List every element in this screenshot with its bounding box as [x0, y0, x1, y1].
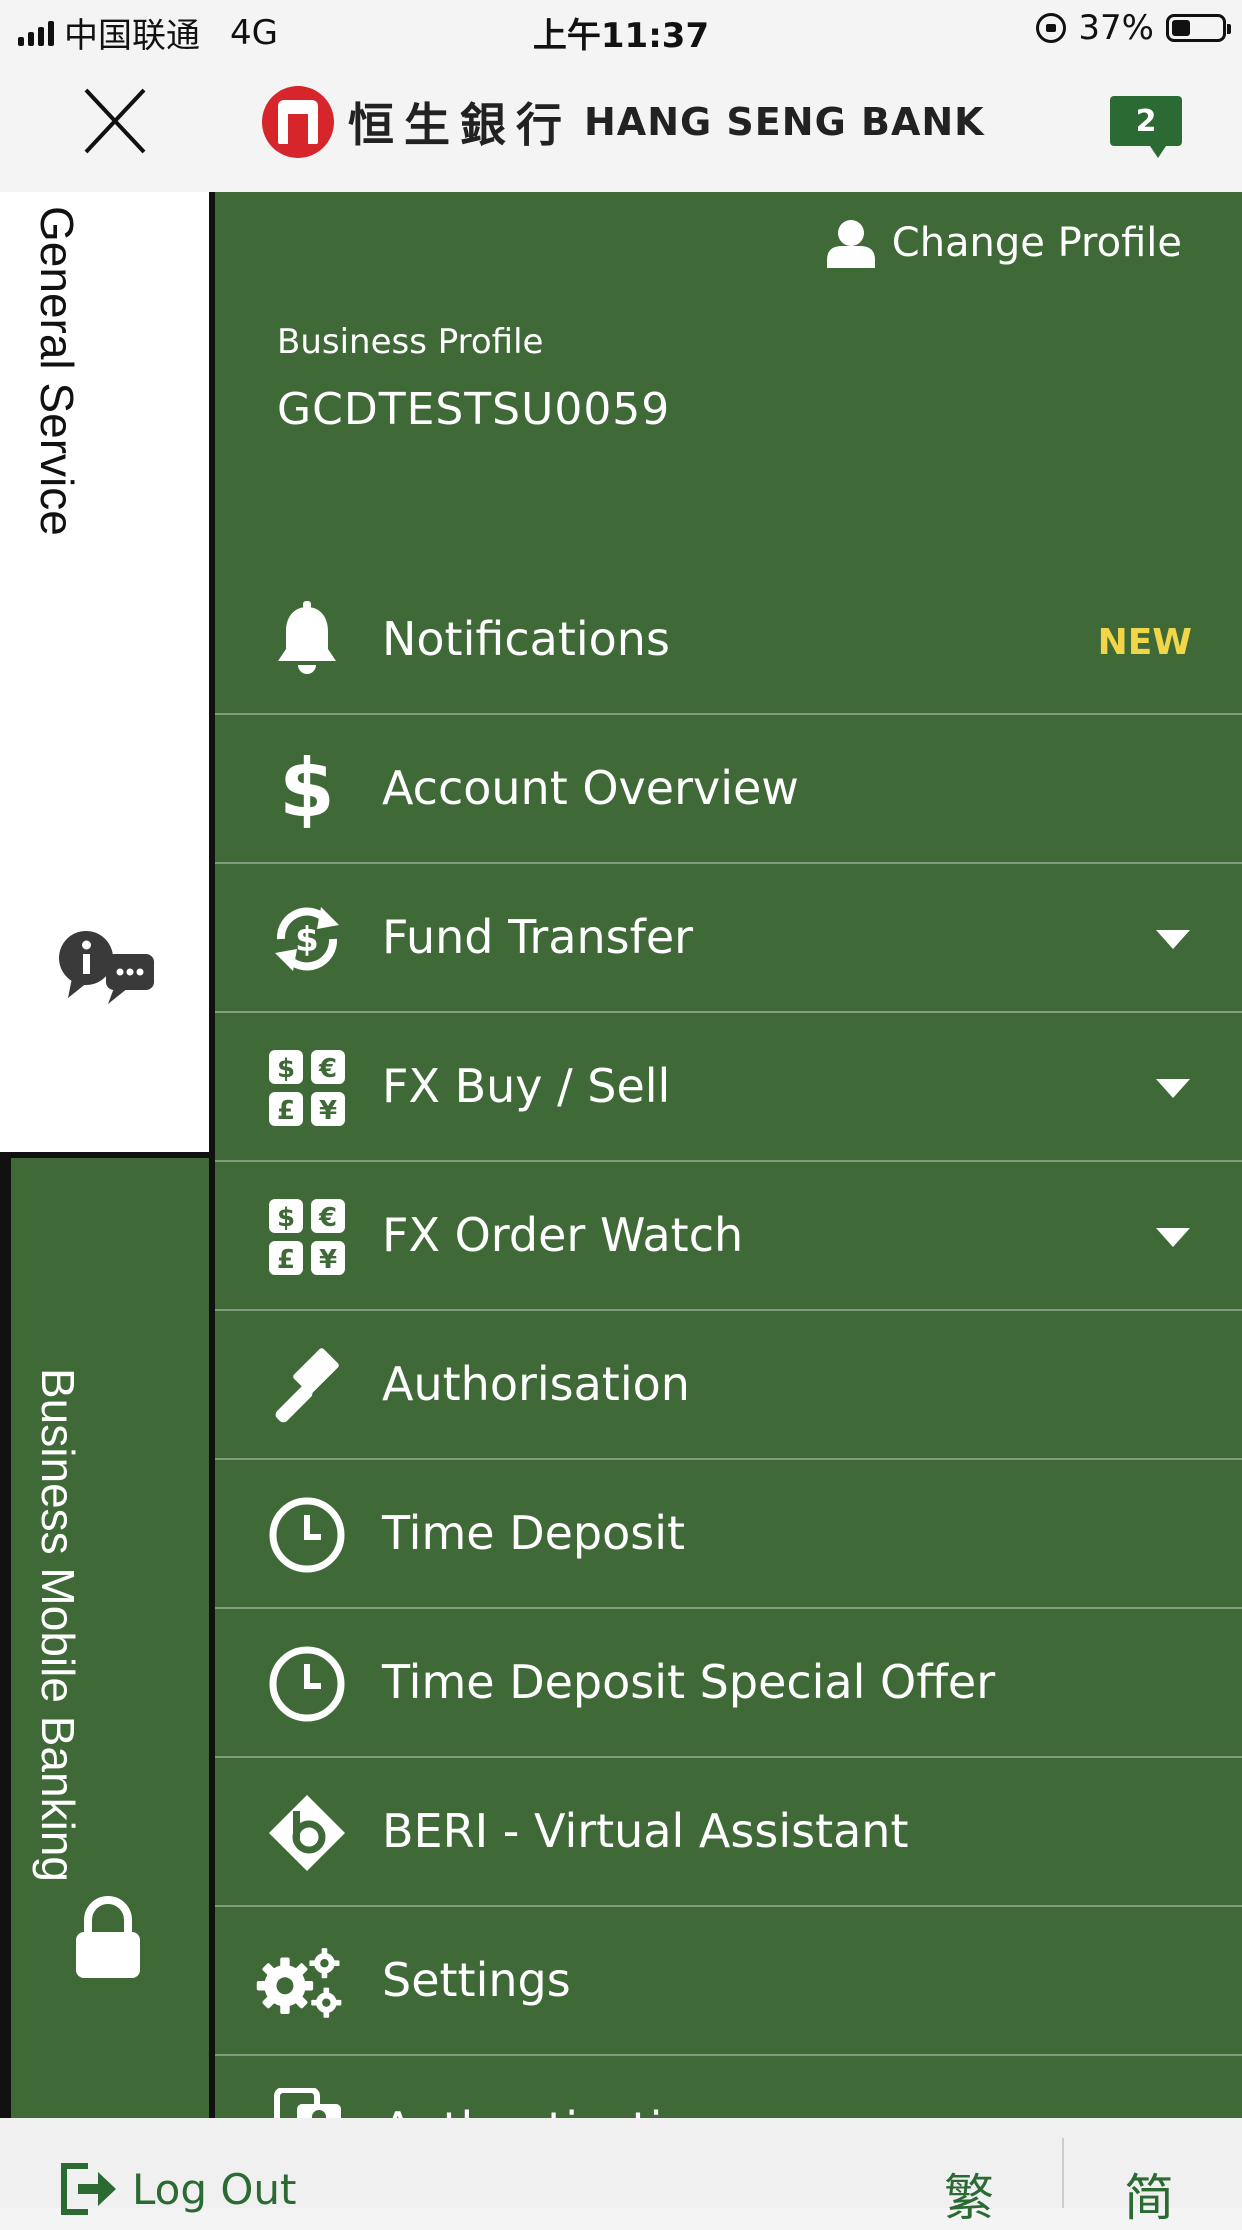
svg-text:£: £: [277, 1096, 295, 1126]
menu-item-account-overview[interactable]: $ Account Overview: [215, 715, 1242, 864]
menu-item-time-deposit-special-offer[interactable]: Time Deposit Special Offer: [215, 1609, 1242, 1758]
rotation-lock-icon: [1036, 13, 1067, 43]
menu-item-fund-transfer[interactable]: $ Fund Transfer: [215, 864, 1242, 1013]
currency-icon: $ € £ ¥: [267, 1197, 347, 1277]
gavel-icon: [267, 1346, 347, 1426]
lock-icon[interactable]: [72, 1896, 144, 1986]
menu-item-label: Account Overview: [382, 761, 799, 815]
menu-item-label: Time Deposit Special Offer: [382, 1655, 996, 1709]
chevron-down-icon[interactable]: [1156, 1228, 1190, 1247]
menu-item-settings[interactable]: Settings: [215, 1907, 1242, 2056]
menu-item-label: Fund Transfer: [382, 910, 694, 964]
app-header: 恒生銀行 HANG SENG BANK 2: [0, 62, 1242, 192]
user-icon: [826, 220, 875, 268]
language-simplified-chinese[interactable]: 简: [1124, 2158, 1174, 2230]
language-traditional-chinese[interactable]: 繁: [944, 2158, 994, 2230]
bottom-bar: Log Out 繁 简: [0, 2118, 1242, 2227]
close-icon: [84, 88, 146, 154]
menu-panel: Change Profile Business Profile GCDTESTS…: [215, 192, 1242, 2173]
change-profile-button[interactable]: Change Profile: [826, 218, 1182, 268]
bank-logo: 恒生銀行 HANG SENG BANK: [262, 82, 985, 162]
new-badge: NEW: [1097, 622, 1192, 663]
change-profile-label: Change Profile: [891, 220, 1182, 266]
svg-text:¥: ¥: [319, 1096, 337, 1126]
logo-chinese: 恒生銀行: [348, 98, 572, 152]
status-right: 37%: [1036, 8, 1231, 48]
svg-text:¥: ¥: [319, 1245, 337, 1275]
info-chat-icon: [58, 930, 158, 1014]
chevron-down-icon[interactable]: [1156, 930, 1190, 949]
logout-label: Log Out: [132, 2164, 297, 2214]
status-bar: 中国联通 4G 上午11:37 37%: [0, 0, 1242, 62]
menu-item-authorisation[interactable]: Authorisation: [215, 1311, 1242, 1460]
currency-icon: $ € £ ¥: [267, 1048, 347, 1128]
menu-item-label: BERI - Virtual Assistant: [382, 1804, 909, 1858]
tab-general-label: General Service: [31, 206, 83, 536]
menu-item-label: FX Order Watch: [382, 1208, 744, 1262]
transfer-icon: $: [267, 899, 347, 979]
beri-icon: [267, 1793, 347, 1873]
menu-item-notifications[interactable]: Notifications NEW: [215, 566, 1242, 715]
svg-text:€: €: [318, 1054, 337, 1084]
bell-icon: [267, 601, 347, 681]
tab-general-service[interactable]: General Service: [0, 192, 209, 1152]
profile-id: GCDTESTSU0059: [277, 384, 671, 435]
message-badge[interactable]: 2: [1110, 96, 1182, 158]
menu-item-label: Notifications: [382, 612, 670, 666]
menu-item-fx-buy-sell[interactable]: $ € £ ¥ FX Buy / Sell: [215, 1013, 1242, 1162]
menu-list: Notifications NEW $ Account Overview $ F…: [215, 566, 1242, 2205]
logo-mark-icon: [262, 86, 334, 158]
side-tabs: General Service Business Mobile Banking: [0, 192, 215, 2118]
svg-text:$: $: [277, 1203, 295, 1233]
svg-text:$: $: [279, 750, 335, 830]
menu-item-beri-virtual-assistant[interactable]: BERI - Virtual Assistant: [215, 1758, 1242, 1907]
clock-icon: [267, 1495, 347, 1575]
logo-english: HANG SENG BANK: [584, 100, 985, 144]
profile-type-label: Business Profile: [277, 322, 544, 362]
menu-item-fx-order-watch[interactable]: $ € £ ¥ FX Order Watch: [215, 1162, 1242, 1311]
svg-text:£: £: [277, 1245, 295, 1275]
battery-percent: 37%: [1078, 8, 1154, 48]
gears-icon: [256, 1942, 347, 2022]
close-button[interactable]: [80, 82, 150, 162]
svg-text:€: €: [318, 1203, 337, 1233]
svg-text:$: $: [277, 1054, 295, 1084]
menu-item-time-deposit[interactable]: Time Deposit: [215, 1460, 1242, 1609]
tab-business-label: Business Mobile Banking: [32, 1368, 84, 1882]
divider: [1062, 2138, 1064, 2208]
menu-item-label: Authorisation: [382, 1357, 690, 1411]
dollar-icon: $: [267, 750, 347, 830]
svg-text:$: $: [295, 920, 319, 960]
battery-icon: [1166, 14, 1231, 42]
menu-item-label: Time Deposit: [382, 1506, 686, 1560]
chevron-down-icon[interactable]: [1156, 1079, 1190, 1098]
menu-item-label: FX Buy / Sell: [382, 1059, 671, 1113]
clock-icon: [267, 1644, 347, 1724]
menu-item-label: Settings: [382, 1953, 571, 2007]
